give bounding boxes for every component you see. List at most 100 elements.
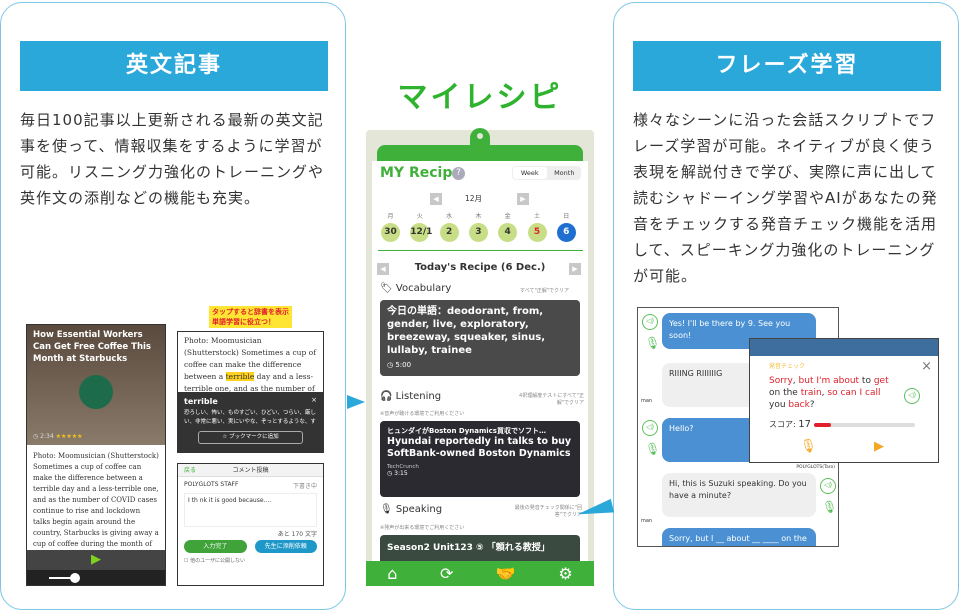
dictionary-word: terrible bbox=[184, 397, 218, 406]
speaking-note: 最後の発音チェック関係に"回答"でクリア bbox=[514, 505, 582, 518]
day-button[interactable]: 6 bbox=[556, 223, 576, 242]
article-screen: How Essential Workers Can Get Free Coffe… bbox=[26, 324, 166, 586]
score-label: スコア: 17 bbox=[769, 419, 811, 430]
weekday-label: 水 bbox=[446, 213, 453, 220]
speaker-icon[interactable]: ◁) bbox=[820, 478, 836, 494]
vocabulary-note: すべて"正解"でクリア bbox=[520, 288, 570, 294]
settings-icon[interactable]: ⚙ bbox=[558, 564, 572, 583]
today-recipe-label: Today's Recipe (6 Dec.) bbox=[414, 262, 546, 273]
sentence-part: you bbox=[769, 400, 789, 410]
sentence-part: ? bbox=[809, 400, 815, 410]
comment-screen: 戻る コメント投稿 POLYGLOTS STAFF 下書き中 I th nk i… bbox=[177, 463, 324, 586]
speaker-icon[interactable]: ◁) bbox=[642, 420, 658, 436]
vocabulary-label: 🏷 Vocabulary bbox=[380, 283, 452, 294]
clipboard-top bbox=[377, 145, 583, 161]
sentence-part: back bbox=[788, 400, 810, 410]
play-icon[interactable]: ▶ bbox=[874, 439, 884, 454]
handshake-icon[interactable]: 🤝 bbox=[496, 564, 516, 583]
speaking-label: 🎙 Speaking bbox=[380, 504, 443, 515]
dictionary-screen: Photo: Moomusician (Shutterstock) Someti… bbox=[177, 331, 324, 453]
mic-icon: 🎙 bbox=[380, 504, 393, 515]
avatar: man bbox=[641, 398, 653, 404]
weekday-label: 土 bbox=[533, 213, 540, 220]
comment-title: コメント投稿 bbox=[232, 467, 269, 474]
weekday-label: 日 bbox=[563, 213, 570, 220]
staff-name: POLYGLOTS STAFF bbox=[184, 481, 239, 488]
mic-icon[interactable]: 🎙 bbox=[645, 336, 660, 350]
slider-handle[interactable] bbox=[70, 573, 80, 583]
private-checkbox[interactable]: ☐ 他のユーザに公開しない bbox=[178, 553, 323, 568]
refresh-icon[interactable]: ⟳ bbox=[440, 564, 453, 583]
bookmark-button[interactable]: ☆ ブックマークに追加 bbox=[198, 431, 303, 444]
tab-month[interactable]: Month bbox=[548, 166, 582, 180]
dictionary-meaning: 恐ろしい、怖い、ものすごい、ひどい、つらい、厳しい、非常に悪い、実にいやな、ぞっ… bbox=[184, 410, 316, 425]
audio-slider[interactable] bbox=[27, 570, 165, 585]
day-button[interactable]: 5 bbox=[527, 223, 547, 242]
vocabulary-card[interactable]: 今日の単語：deodorant, from, gender, live, exp… bbox=[380, 300, 580, 376]
request-correction-button[interactable]: 先生に添削依頼 bbox=[254, 540, 317, 553]
weekday-label: 木 bbox=[475, 213, 482, 220]
listening-label: 🎧 Listening bbox=[380, 391, 442, 402]
close-icon[interactable]: × bbox=[311, 396, 317, 404]
avatar: man bbox=[641, 518, 653, 524]
sentence-part: Sorry bbox=[769, 376, 793, 386]
speaking-sub: ※発声が出来る環境でご利用ください bbox=[380, 525, 465, 531]
starbucks-logo bbox=[79, 375, 113, 409]
weekday-label: 火 bbox=[416, 213, 423, 220]
month-label: 12月 bbox=[465, 194, 483, 203]
help-icon[interactable]: ? bbox=[452, 167, 465, 180]
sentence-part: get bbox=[873, 376, 889, 386]
headphones-icon: 🎧 bbox=[380, 391, 393, 402]
sentence-part: train bbox=[800, 388, 822, 398]
my-recipe-title: マイレシピ bbox=[397, 80, 563, 115]
article-hero: How Essential Workers Can Get Free Coffe… bbox=[27, 325, 165, 445]
sentence-part: so can I call bbox=[827, 388, 881, 398]
weekday-label: 金 bbox=[504, 213, 511, 220]
tag-icon: 🏷 bbox=[380, 283, 393, 294]
app-title: MY Recipe bbox=[380, 165, 462, 181]
sentence-part: but I'm about bbox=[798, 376, 860, 386]
chat-bubble: Sorry, but I __ about __ ____ on the bbox=[662, 528, 816, 546]
popup-top-bar bbox=[750, 339, 938, 356]
speaker-icon[interactable]: ◁) bbox=[642, 314, 658, 330]
phrase-description: 様々なシーンに沿った会話スクリプトでフレーズ学習が可能。ネイティブが良く使う表現… bbox=[633, 111, 938, 285]
play-button[interactable]: ▶ bbox=[27, 550, 165, 570]
listening-sub: ※音声が聴ける環境でご利用ください bbox=[380, 411, 465, 417]
listening-note: 4択理解度テストにすべて"正解"でクリア bbox=[519, 393, 584, 406]
next-month-button[interactable]: ▶ bbox=[517, 193, 529, 205]
pronunciation-check-popup: 発音チェック × Sorry, but I'm about to get on … bbox=[749, 338, 939, 463]
article-header: 英文記事 bbox=[20, 41, 328, 91]
day-button[interactable]: 30 bbox=[381, 223, 400, 242]
article-title[interactable]: How Essential Workers Can Get Free Coffe… bbox=[33, 329, 159, 365]
day-button[interactable]: 2 bbox=[439, 223, 459, 242]
back-link[interactable]: 戻る bbox=[184, 464, 196, 477]
bottom-nav: ⌂ ⟳ 🤝 ⚙ bbox=[366, 561, 594, 586]
tab-week[interactable]: Week bbox=[513, 167, 547, 179]
mic-icon[interactable]: 🎙 bbox=[645, 442, 660, 456]
speaking-card[interactable]: Season2 Unit123 ⑤ 「頼れる教授」 bbox=[380, 535, 580, 561]
day-button[interactable]: 3 bbox=[468, 223, 488, 242]
divider bbox=[378, 250, 583, 251]
mic-icon[interactable]: 🎙 bbox=[822, 500, 837, 514]
done-button[interactable]: 入力完了 bbox=[184, 540, 247, 553]
listening-card[interactable]: ヒュンダイがBoston Dynamics買収でソフト… Hyundai rep… bbox=[380, 421, 580, 497]
article-time: ◷ 2:34 ★★★★★ bbox=[33, 433, 83, 440]
comment-input[interactable]: I th nk it is good because.... bbox=[184, 493, 317, 527]
sentence-part: on the bbox=[769, 388, 801, 398]
article-body: Photo: Moomusician (Shutterstock) Someti… bbox=[33, 452, 159, 548]
speaker-icon[interactable]: ◁) bbox=[904, 388, 920, 404]
home-icon[interactable]: ⌂ bbox=[387, 564, 397, 583]
close-icon[interactable]: × bbox=[921, 359, 932, 374]
score-value: 17 bbox=[798, 419, 811, 430]
dictionary-popup: terrible 恐ろしい、怖い、ものすごい、ひどい、つらい、厳しい、非常に悪い… bbox=[178, 392, 323, 452]
prev-month-button[interactable]: ◀ bbox=[430, 193, 442, 205]
record-mic-icon[interactable]: 🎙 bbox=[800, 439, 817, 454]
highlighted-word[interactable]: terrible bbox=[225, 372, 255, 381]
check-sentence: Sorry, but I'm about to get on the train… bbox=[769, 375, 899, 411]
dictionary-callout: タップすると辞書を表示 単語学習に役立つ！ bbox=[209, 306, 292, 328]
score-bar bbox=[814, 423, 915, 427]
next-day-button[interactable]: ▶ bbox=[569, 263, 581, 275]
pointer-arrow-left bbox=[347, 395, 365, 409]
check-title: 発音チェック bbox=[769, 363, 806, 370]
phrase-header: フレーズ学習 bbox=[633, 41, 941, 91]
